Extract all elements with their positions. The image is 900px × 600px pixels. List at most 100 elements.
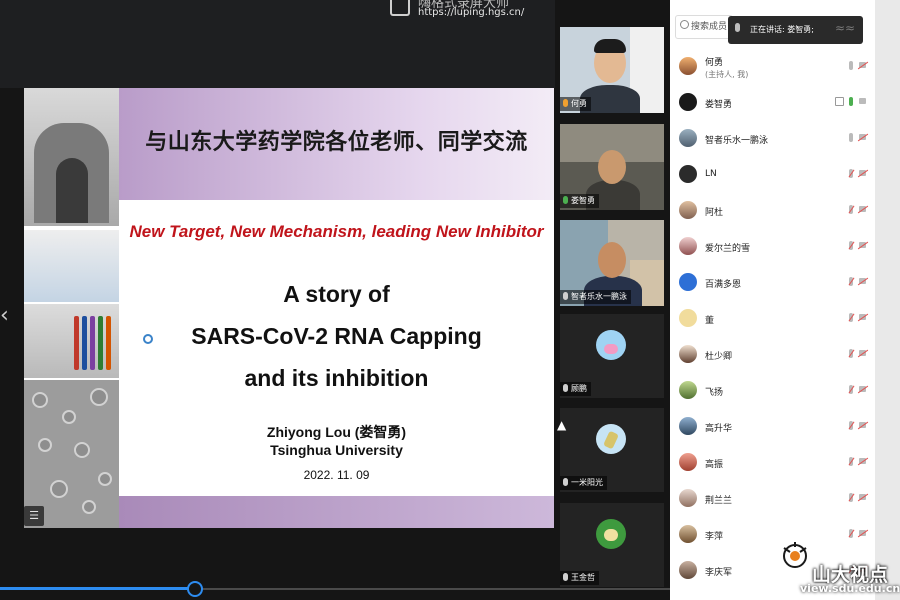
video-tile[interactable]: 一米阳光 [560, 408, 664, 492]
participant-row[interactable]: 何勇 (主持人, 我) [675, 52, 870, 86]
slide-presenter: Zhiyong Lou (娄智勇) Tsinghua University [119, 423, 554, 459]
participant-name: 娄智勇 [705, 100, 733, 110]
chevron-left-icon[interactable]: ‹ [0, 303, 9, 328]
participant-row[interactable]: 飞扬 [675, 376, 870, 410]
participant-row[interactable]: 李萍 [675, 520, 870, 554]
participant-name: 爱尔兰的雪 [705, 244, 751, 254]
micrograph-cell [98, 472, 112, 486]
avatar [679, 57, 697, 75]
participant-row[interactable]: 娄智勇 [675, 88, 870, 122]
mic-icon [563, 478, 568, 486]
mic-off-icon[interactable] [849, 349, 853, 358]
participant-row[interactable]: LN [675, 160, 870, 194]
avatar [679, 453, 697, 471]
watermark-url: view.sdu.edu.cn [800, 582, 900, 595]
slide-heading: 与山东大学药学院各位老师、同学交流 [145, 129, 528, 155]
camera-off-icon[interactable] [859, 170, 866, 176]
participant-name: 荆兰兰 [705, 496, 733, 506]
camera-off-icon[interactable] [859, 422, 866, 428]
shared-slide: 与山东大学药学院各位老师、同学交流 New Target, New Mechan… [24, 88, 554, 528]
camera-off-icon[interactable] [859, 62, 866, 68]
participant-row[interactable]: 阿杜 [675, 196, 870, 230]
mic-off-icon[interactable] [849, 205, 853, 214]
test-tube [98, 316, 103, 370]
video-tile[interactable]: 何勇 [560, 27, 664, 113]
mic-off-icon[interactable] [849, 277, 853, 286]
camera-off-icon[interactable] [859, 386, 866, 392]
mic-off-icon[interactable] [849, 169, 853, 178]
participant-name: 百满多恩 [705, 280, 742, 290]
camera-icon[interactable] [859, 98, 866, 104]
video-tile[interactable]: 顾鹏 [560, 314, 664, 398]
list-menu-icon[interactable]: ☰ [24, 506, 44, 526]
progress-handle[interactable] [187, 581, 204, 597]
search-icon [680, 20, 689, 29]
camera-off-icon[interactable] [859, 242, 866, 248]
mic-off-icon[interactable] [849, 241, 853, 250]
speaking-label: 正在讲话: 娄智勇; [750, 25, 814, 34]
slide-main-title: A story of SARS-CoV-2 RNA Capping and it… [119, 273, 554, 399]
mic-icon [563, 99, 568, 107]
mic-icon[interactable] [849, 97, 853, 106]
slide-title-line: SARS-CoV-2 RNA Capping [191, 323, 482, 349]
participant-row[interactable]: 高振 [675, 448, 870, 482]
presenter-affiliation: Tsinghua University [270, 442, 403, 458]
search-placeholder[interactable]: 搜索成员 [691, 19, 727, 32]
mic-off-icon[interactable] [849, 529, 853, 538]
sdu-view-logo-icon [783, 542, 807, 568]
mic-icon[interactable] [849, 61, 853, 70]
micrograph-cell [90, 388, 108, 406]
camera-off-icon[interactable] [859, 314, 866, 320]
mic-off-icon[interactable] [849, 313, 853, 322]
avatar [679, 93, 697, 111]
camera-off-icon[interactable] [859, 458, 866, 464]
test-tube [74, 316, 79, 370]
mic-off-icon[interactable] [849, 493, 853, 502]
slide-title-line: and its inhibition [244, 365, 429, 391]
pointer-dot-icon [143, 334, 153, 344]
video-tile[interactable]: 智者乐水一鹏泳 [560, 220, 664, 306]
participant-row[interactable]: 董 [675, 304, 870, 338]
camera-off-icon[interactable] [859, 206, 866, 212]
person-head [598, 150, 626, 184]
video-tile[interactable]: 娄智勇 [560, 124, 664, 210]
slide-bottom-band [119, 496, 554, 528]
gate-door [56, 158, 88, 223]
mic-icon [563, 196, 568, 204]
mic-icon [563, 573, 568, 581]
screen-share-icon[interactable] [835, 97, 844, 106]
camera-off-icon[interactable] [859, 134, 866, 140]
participant-row[interactable]: 爱尔兰的雪 [675, 232, 870, 266]
mic-icon [735, 23, 740, 32]
mic-icon[interactable] [849, 133, 853, 142]
micrograph-cell [32, 392, 48, 408]
participant-row[interactable]: 智者乐水一鹏泳 [675, 124, 870, 158]
sound-wave-icon: ≈≈ [835, 21, 856, 35]
avatar [679, 165, 697, 183]
mic-off-icon[interactable] [849, 421, 853, 430]
avatar [679, 525, 697, 543]
video-tile-label: 王金哲 [560, 571, 599, 585]
participant-row[interactable]: 百满多恩 [675, 268, 870, 302]
avatar [679, 381, 697, 399]
micrograph-cell [50, 480, 68, 498]
camera-off-icon[interactable] [859, 278, 866, 284]
mic-off-icon[interactable] [849, 385, 853, 394]
slide-photo-column [24, 88, 119, 528]
camera-off-icon[interactable] [859, 494, 866, 500]
person-head [598, 242, 626, 278]
video-tile[interactable]: 王金哲 [560, 503, 664, 587]
micrograph-cell [82, 500, 96, 514]
camera-off-icon[interactable] [859, 350, 866, 356]
slide-subtitle: New Target, New Mechanism, leading New I… [129, 222, 544, 241]
participant-name: 李萍 [705, 532, 724, 542]
camera-off-icon[interactable] [859, 530, 866, 536]
mic-icon [563, 292, 568, 300]
participant-row[interactable]: 荆兰兰 [675, 484, 870, 518]
participant-row[interactable]: 高升华 [675, 412, 870, 446]
panel-scroll-strip[interactable] [875, 0, 900, 600]
participant-row[interactable]: 杜少卿 [675, 340, 870, 374]
participant-role: (主持人, 我) [705, 70, 749, 79]
mic-off-icon[interactable] [849, 457, 853, 466]
progress-fill [0, 587, 195, 590]
